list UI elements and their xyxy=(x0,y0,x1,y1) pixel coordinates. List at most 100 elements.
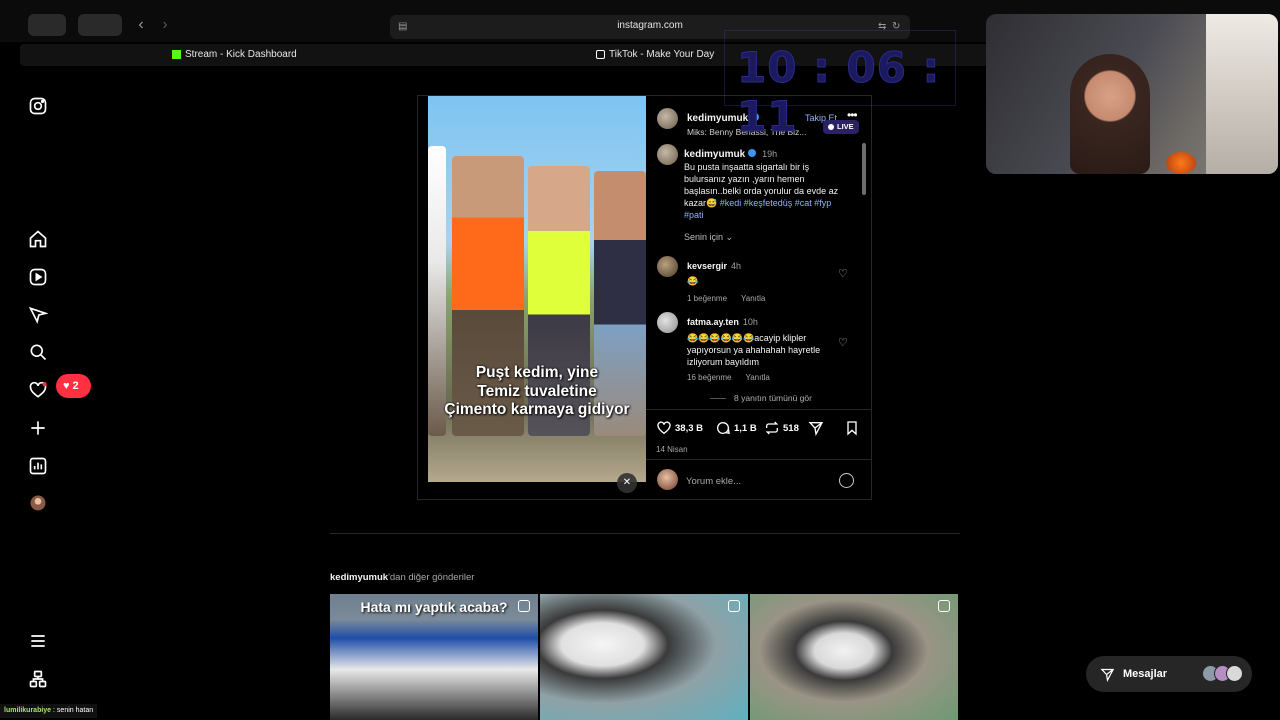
more-posts-heading: kedimyumuk'dan diğer gönderiler xyxy=(330,572,474,583)
notifications-icon[interactable] xyxy=(28,380,48,400)
create-icon[interactable] xyxy=(28,418,48,438)
comment-avatar[interactable] xyxy=(657,312,678,333)
comment-likes[interactable]: 1 beğenme xyxy=(687,294,727,303)
bookmark-kick[interactable]: Stream - Kick Dashboard xyxy=(172,49,297,60)
verified-icon xyxy=(748,148,757,157)
chevron-down-icon: ⌄ xyxy=(725,232,734,242)
window-button[interactable] xyxy=(28,14,66,36)
section-divider xyxy=(330,533,960,534)
reel-icon xyxy=(728,600,740,612)
caption-username[interactable]: kedimyumuk xyxy=(684,149,745,160)
post-modal: Puşt kedim, yine Temiz tuvaletine Çiment… xyxy=(417,95,872,500)
share-icon xyxy=(808,422,824,436)
tiktok-icon xyxy=(596,50,605,59)
notification-count: 2 xyxy=(72,380,79,392)
comment-meta: 1 beğenme Yanıtla xyxy=(687,294,779,303)
video-caption: Puşt kedim, yine Temiz tuvaletine Çiment… xyxy=(428,364,646,420)
video-caption-line: Temiz tuvaletine xyxy=(477,382,597,400)
bookmark-label: TikTok - Make Your Day xyxy=(609,49,715,60)
webcam-lamp xyxy=(1166,152,1196,174)
more-posts-suffix: 'dan diğer gönderiler xyxy=(388,572,475,583)
user-avatar xyxy=(657,469,678,490)
stream-chat-message: lumilikurabiye : senin hatan xyxy=(0,704,98,718)
mute-icon[interactable]: ✕ xyxy=(617,473,637,493)
notification-badge[interactable]: ♥ 2 xyxy=(56,374,91,398)
bookmark-label: Stream - Kick Dashboard xyxy=(185,49,297,60)
bookmark-icon xyxy=(847,421,857,436)
sidebar-toggle-button[interactable] xyxy=(78,14,122,36)
streamer-figure xyxy=(1070,54,1150,174)
share-button[interactable] xyxy=(808,420,824,436)
post-actions: 38,3 B 1,1 B 518 14 Nisan xyxy=(646,409,872,459)
instagram-logo-icon[interactable] xyxy=(28,96,48,116)
comment-username[interactable]: kevsergir xyxy=(687,261,727,271)
emoji-icon[interactable] xyxy=(839,473,854,488)
post-video[interactable]: Puşt kedim, yine Temiz tuvaletine Çiment… xyxy=(428,96,646,482)
profile-avatar[interactable] xyxy=(28,493,48,513)
chat-text: : senin hatan xyxy=(53,707,94,714)
more-posts-username[interactable]: kedimyumuk xyxy=(330,572,388,583)
message-avatar xyxy=(1226,665,1243,682)
comments-scrollbar[interactable] xyxy=(862,143,866,195)
heart-icon xyxy=(657,421,671,435)
for-you-dropdown[interactable]: Senin için ⌄ xyxy=(684,232,733,243)
save-button[interactable] xyxy=(844,420,860,436)
post-thumbnail[interactable]: Hata mı yaptık acaba? xyxy=(330,594,538,720)
video-caption-line: Çimento karmaya gidiyor xyxy=(444,401,630,418)
comment-icon xyxy=(717,422,730,435)
post-date: 14 Nisan xyxy=(656,445,688,454)
caption-text: Bu pusta inşaatta sigartalı bir iş bulur… xyxy=(684,161,844,221)
heart-icon: ♥ xyxy=(63,380,70,392)
comment-username[interactable]: fatma.ay.ten xyxy=(687,317,739,327)
threads-icon[interactable] xyxy=(28,669,48,689)
bookmark-tiktok[interactable]: TikTok - Make Your Day xyxy=(596,49,714,60)
comment-count: 1,1 B xyxy=(734,422,757,434)
caption-time: 19h xyxy=(762,149,778,159)
reply-button[interactable]: Yanıtla xyxy=(745,373,769,382)
insights-icon[interactable] xyxy=(28,456,48,476)
view-replies-link[interactable]: 8 yanıtın tümünü gör xyxy=(710,393,812,403)
add-comment-bar[interactable]: Yorum ekle... xyxy=(646,459,872,499)
reel-icon xyxy=(518,600,530,612)
like-comment-icon[interactable]: ♡ xyxy=(838,337,850,349)
post-thumbnail[interactable] xyxy=(540,594,748,720)
like-count: 38,3 B xyxy=(675,422,703,434)
repost-count: 518 xyxy=(783,422,799,434)
explore-icon[interactable] xyxy=(28,305,49,325)
more-posts-grid: Hata mı yaptık acaba? xyxy=(330,594,960,720)
home-icon[interactable] xyxy=(28,229,48,249)
reel-icon xyxy=(938,600,950,612)
stream-clock-overlay: 10 : 06 : 11 xyxy=(724,30,956,142)
reply-button[interactable]: Yanıtla xyxy=(741,294,765,303)
search-icon[interactable] xyxy=(28,342,48,362)
reels-icon[interactable] xyxy=(28,267,48,287)
messages-button[interactable]: Mesajlar xyxy=(1086,656,1252,692)
menu-icon[interactable] xyxy=(28,631,48,651)
caption-avatar[interactable] xyxy=(657,144,678,165)
like-button[interactable]: 38,3 B xyxy=(656,420,703,436)
post-thumbnail[interactable] xyxy=(750,594,958,720)
comment-time: 4h xyxy=(731,261,742,271)
webcam-shelf xyxy=(1206,14,1278,174)
message-avatars xyxy=(1202,665,1243,683)
for-you-label: Senin için xyxy=(684,232,724,242)
comment-time: 10h xyxy=(742,317,758,327)
repost-button[interactable]: 518 xyxy=(764,420,799,436)
thumbnail-caption: Hata mı yaptık acaba? xyxy=(360,599,508,615)
back-icon[interactable]: ‹ xyxy=(132,16,150,34)
comments-list: kedimyumuk 19h Bu pusta inşaatta sigartal… xyxy=(646,141,872,408)
post-details: kedimyumuk Miks: Benny Benassi, The Biz.… xyxy=(646,96,872,499)
instagram-sidebar xyxy=(20,70,60,720)
like-comment-icon[interactable]: ♡ xyxy=(838,268,850,280)
forward-icon[interactable]: › xyxy=(156,16,174,34)
repost-icon xyxy=(765,421,779,435)
comment-avatar[interactable] xyxy=(657,256,678,277)
comment-meta: 16 beğenme Yanıtla xyxy=(687,373,837,382)
author-avatar[interactable] xyxy=(657,108,678,129)
comment-input[interactable]: Yorum ekle... xyxy=(686,476,741,487)
chat-username: lumilikurabiye xyxy=(4,707,52,714)
comment-button[interactable]: 1,1 B xyxy=(715,420,757,436)
comment-likes[interactable]: 16 beğenme xyxy=(687,373,731,382)
messages-icon xyxy=(1100,668,1115,682)
comment-text: 😂😂😂😂😂😂acayip klipler yapıyorsun ya ahaha… xyxy=(687,333,821,367)
